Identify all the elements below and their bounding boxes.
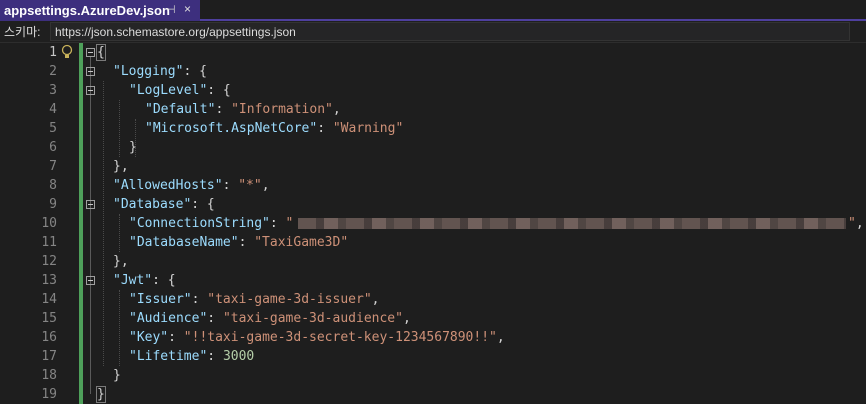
json-punct: :	[269, 216, 286, 231]
json-key: "Database"	[113, 197, 192, 212]
json-punct: ,	[371, 292, 380, 307]
code-line[interactable]: 9 "Database": {	[0, 195, 866, 214]
line-number: 18	[41, 368, 57, 383]
json-punct: :	[191, 292, 208, 307]
code-line[interactable]: 18 }	[0, 366, 866, 385]
open-brace: {	[96, 44, 106, 61]
line-number: 19	[41, 387, 57, 402]
json-punct: }	[113, 368, 121, 383]
code-line[interactable]: 16 "Key": "!!taxi-game-3d-secret-key-123…	[0, 328, 866, 347]
line-number: 16	[41, 330, 57, 345]
code-line[interactable]: 13 "Jwt": {	[0, 271, 866, 290]
json-punct: : {	[152, 273, 176, 288]
code-line[interactable]: 19 }	[0, 385, 866, 404]
line-number: 13	[41, 273, 57, 288]
code-line[interactable]: 11 "DatabaseName": "TaxiGame3D"	[0, 233, 866, 252]
line-number: 1	[49, 45, 57, 60]
close-brace: }	[96, 386, 106, 403]
code-line[interactable]: 2 "Logging": {	[0, 62, 866, 81]
json-punct: },	[113, 254, 129, 269]
json-key: "Audience"	[129, 311, 208, 326]
json-punct: :	[168, 330, 184, 345]
code-line[interactable]: 6 }	[0, 138, 866, 157]
line-number: 9	[49, 197, 57, 212]
line-number: 7	[49, 159, 57, 174]
schema-bar: 스키마: https://json.schemastore.org/appset…	[0, 21, 866, 43]
code-line[interactable]: 3 "LogLevel": {	[0, 81, 866, 100]
json-key: "Lifetime"	[129, 349, 208, 364]
json-string: "Warning"	[332, 121, 404, 136]
json-key: "Logging"	[113, 64, 184, 79]
code-line[interactable]: 15 "Audience": "taxi-game-3d-audience",	[0, 309, 866, 328]
json-key: "Issuer"	[129, 292, 192, 307]
code-line[interactable]: 7 },	[0, 157, 866, 176]
json-punct: :	[207, 349, 223, 364]
code-line[interactable]: 10 "ConnectionString": " ",	[0, 214, 866, 233]
json-punct: }	[129, 140, 137, 155]
json-string: "taxi-game-3d-audience"	[222, 311, 403, 326]
document-tab-bar: appsettings.AzureDev.json ⊣ ×	[0, 0, 866, 21]
json-string: "TaxiGame3D"	[254, 235, 349, 250]
close-icon[interactable]: ×	[184, 2, 191, 16]
code-line[interactable]: 4 "Default": "Information",	[0, 100, 866, 119]
line-number: 15	[41, 311, 57, 326]
code-line[interactable]: 1 {	[0, 43, 866, 62]
json-punct: : {	[183, 64, 207, 79]
schema-url-field[interactable]: https://json.schemastore.org/appsettings…	[50, 22, 850, 41]
json-punct: :	[215, 102, 232, 117]
redacted-connection-string	[298, 218, 846, 229]
json-key: "LogLevel"	[129, 83, 208, 98]
json-punct: :	[207, 311, 223, 326]
json-punct: ,	[332, 102, 341, 117]
line-number: 8	[49, 178, 57, 193]
line-number: 17	[41, 349, 57, 364]
json-punct: :	[238, 235, 255, 250]
line-number: 5	[49, 121, 57, 136]
json-punct: },	[113, 159, 129, 174]
json-key: "Default"	[145, 102, 216, 117]
line-number: 14	[41, 292, 57, 307]
line-number: 12	[41, 254, 57, 269]
schema-label: 스키마:	[4, 25, 41, 39]
json-string-open-quote: "	[285, 216, 294, 231]
tab-appsettings-azuredev[interactable]: appsettings.AzureDev.json ⊣ ×	[0, 0, 200, 21]
json-punct: ,	[261, 178, 270, 193]
json-string-close-quote: "	[848, 216, 856, 231]
line-number: 4	[49, 102, 57, 117]
code-editor[interactable]: 1 { 2 "Logging": { 3 "LogLevel": { 4 "De…	[0, 43, 866, 404]
code-line[interactable]: 5 "Microsoft.AspNetCore": "Warning"	[0, 119, 866, 138]
json-key: "DatabaseName"	[129, 235, 239, 250]
json-punct: :	[222, 178, 239, 193]
line-number: 11	[41, 235, 57, 250]
json-punct: : {	[207, 83, 231, 98]
pin-icon[interactable]: ⊣	[166, 3, 176, 16]
code-line[interactable]: 12 },	[0, 252, 866, 271]
json-string: "Information"	[231, 102, 333, 117]
json-string: "taxi-game-3d-issuer"	[207, 292, 372, 307]
json-key: "Microsoft.AspNetCore"	[145, 121, 318, 136]
line-number: 3	[49, 83, 57, 98]
lightbulb-icon[interactable]	[61, 44, 73, 60]
json-string: "!!taxi-game-3d-secret-key-1234567890!!"	[183, 330, 497, 345]
code-line[interactable]: 14 "Issuer": "taxi-game-3d-issuer",	[0, 290, 866, 309]
code-line[interactable]: 8 "AllowedHosts": "*",	[0, 176, 866, 195]
json-punct: ,	[855, 216, 864, 231]
json-key: "AllowedHosts"	[113, 178, 223, 193]
line-number: 10	[41, 216, 57, 231]
json-punct: ,	[496, 330, 505, 345]
json-key: "ConnectionString"	[129, 216, 270, 231]
json-punct: :	[317, 121, 333, 136]
json-string: "*"	[238, 178, 262, 193]
json-punct: ,	[402, 311, 411, 326]
json-key: "Key"	[129, 330, 169, 345]
code-line[interactable]: 17 "Lifetime": 3000	[0, 347, 866, 366]
json-number: 3000	[222, 349, 255, 364]
line-number: 2	[49, 64, 57, 79]
json-key: "Jwt"	[113, 273, 153, 288]
line-number: 6	[49, 140, 57, 155]
json-punct: : {	[191, 197, 215, 212]
tab-title: appsettings.AzureDev.json	[4, 3, 170, 18]
